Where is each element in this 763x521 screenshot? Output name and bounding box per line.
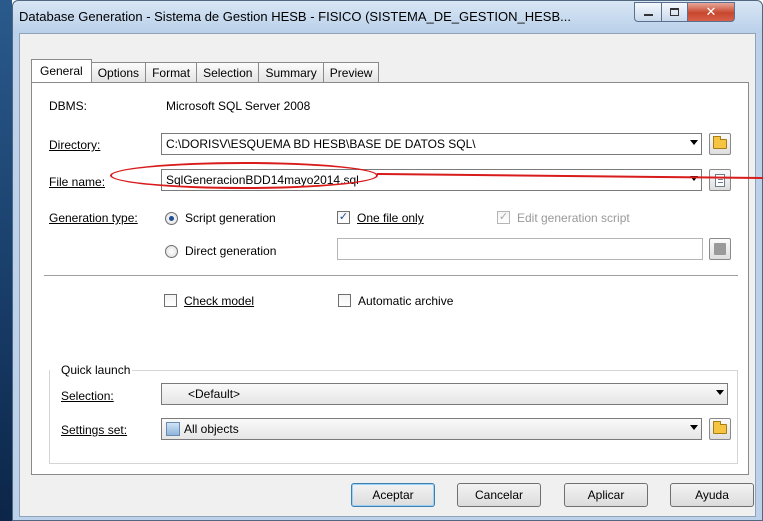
browse-directory-button[interactable] bbox=[709, 133, 731, 155]
filename-combo[interactable]: SqlGeneracionBDD14mayo2014.sql bbox=[161, 169, 702, 191]
chevron-down-icon bbox=[690, 176, 698, 181]
settings-icon bbox=[166, 422, 180, 436]
chevron-down-icon bbox=[690, 140, 698, 145]
filename-value: SqlGeneracionBDD14mayo2014.sql bbox=[166, 173, 359, 187]
directory-combo[interactable]: C:\DORISV\ESQUEMA BD HESB\BASE DE DATOS … bbox=[161, 133, 702, 155]
connect-icon bbox=[714, 243, 726, 255]
directory-value: C:\DORISV\ESQUEMA BD HESB\BASE DE DATOS … bbox=[166, 137, 476, 151]
data-source-field bbox=[337, 238, 703, 260]
generation-type-label: Generation type: bbox=[49, 211, 138, 225]
minimize-button[interactable] bbox=[634, 2, 662, 22]
directory-label: Directory: bbox=[49, 138, 101, 152]
script-generation-radio[interactable] bbox=[165, 212, 178, 225]
accept-button[interactable]: Aceptar bbox=[351, 483, 435, 507]
window-title: Database Generation - Sistema de Gestion… bbox=[19, 9, 571, 24]
maximize-button[interactable] bbox=[661, 2, 688, 22]
tab-options[interactable]: Options bbox=[90, 62, 147, 82]
title-bar[interactable]: Database Generation - Sistema de Gestion… bbox=[13, 1, 762, 33]
automatic-archive-label[interactable]: Automatic archive bbox=[358, 294, 453, 308]
dbms-label: DBMS: bbox=[49, 99, 88, 113]
one-file-only-label[interactable]: One file only bbox=[357, 211, 424, 225]
selection-label: Selection: bbox=[61, 389, 114, 403]
direct-generation-radio[interactable] bbox=[165, 245, 178, 258]
settings-set-value: All objects bbox=[184, 422, 239, 436]
check-model-checkbox[interactable]: ✓ bbox=[164, 294, 177, 307]
browse-settings-button[interactable] bbox=[709, 418, 731, 440]
dialog-client-area: General Options Format Selection Summary… bbox=[19, 33, 756, 517]
apply-button[interactable]: Aplicar bbox=[564, 483, 648, 507]
tab-strip: General Options Format Selection Summary… bbox=[31, 59, 380, 82]
tab-format[interactable]: Format bbox=[145, 62, 198, 82]
background-window-edge bbox=[0, 0, 12, 521]
database-generation-dialog: Database Generation - Sistema de Gestion… bbox=[12, 0, 763, 521]
settings-set-combo[interactable]: All objects bbox=[161, 418, 702, 440]
direct-generation-label[interactable]: Direct generation bbox=[185, 244, 276, 258]
tab-general[interactable]: General bbox=[31, 59, 92, 82]
tab-selection[interactable]: Selection bbox=[196, 62, 260, 82]
script-generation-label[interactable]: Script generation bbox=[185, 211, 276, 225]
tab-summary[interactable]: Summary bbox=[258, 62, 324, 82]
folder-icon bbox=[713, 136, 727, 149]
tab-preview[interactable]: Preview bbox=[322, 62, 380, 82]
chevron-down-icon bbox=[716, 390, 724, 395]
settings-set-label: Settings set: bbox=[61, 423, 128, 437]
cancel-button[interactable]: Cancelar bbox=[457, 483, 541, 507]
edit-filename-button[interactable] bbox=[709, 169, 731, 191]
maximize-icon bbox=[670, 8, 679, 16]
one-file-only-checkbox[interactable]: ✓ bbox=[337, 211, 350, 224]
close-icon: ✕ bbox=[705, 4, 717, 19]
document-icon bbox=[715, 173, 725, 187]
selection-value: <Default> bbox=[188, 387, 241, 401]
connect-button bbox=[709, 238, 731, 260]
close-button[interactable]: ✕ bbox=[687, 2, 735, 22]
divider bbox=[44, 275, 738, 276]
dbms-value: Microsoft SQL Server 2008 bbox=[166, 99, 311, 113]
chevron-down-icon bbox=[690, 425, 698, 430]
filename-label: File name: bbox=[49, 175, 106, 189]
general-tab-panel: DBMS: Microsoft SQL Server 2008 Director… bbox=[31, 82, 749, 475]
selection-combo[interactable]: <Default> bbox=[161, 383, 728, 405]
folder-icon bbox=[713, 421, 727, 434]
check-model-label[interactable]: Check model bbox=[184, 294, 254, 308]
edit-generation-script-label: Edit generation script bbox=[517, 211, 630, 225]
automatic-archive-checkbox[interactable]: ✓ bbox=[338, 294, 351, 307]
minimize-icon bbox=[643, 14, 653, 16]
help-button[interactable]: Ayuda bbox=[670, 483, 754, 507]
edit-generation-script-checkbox[interactable]: ✓ bbox=[497, 211, 510, 224]
